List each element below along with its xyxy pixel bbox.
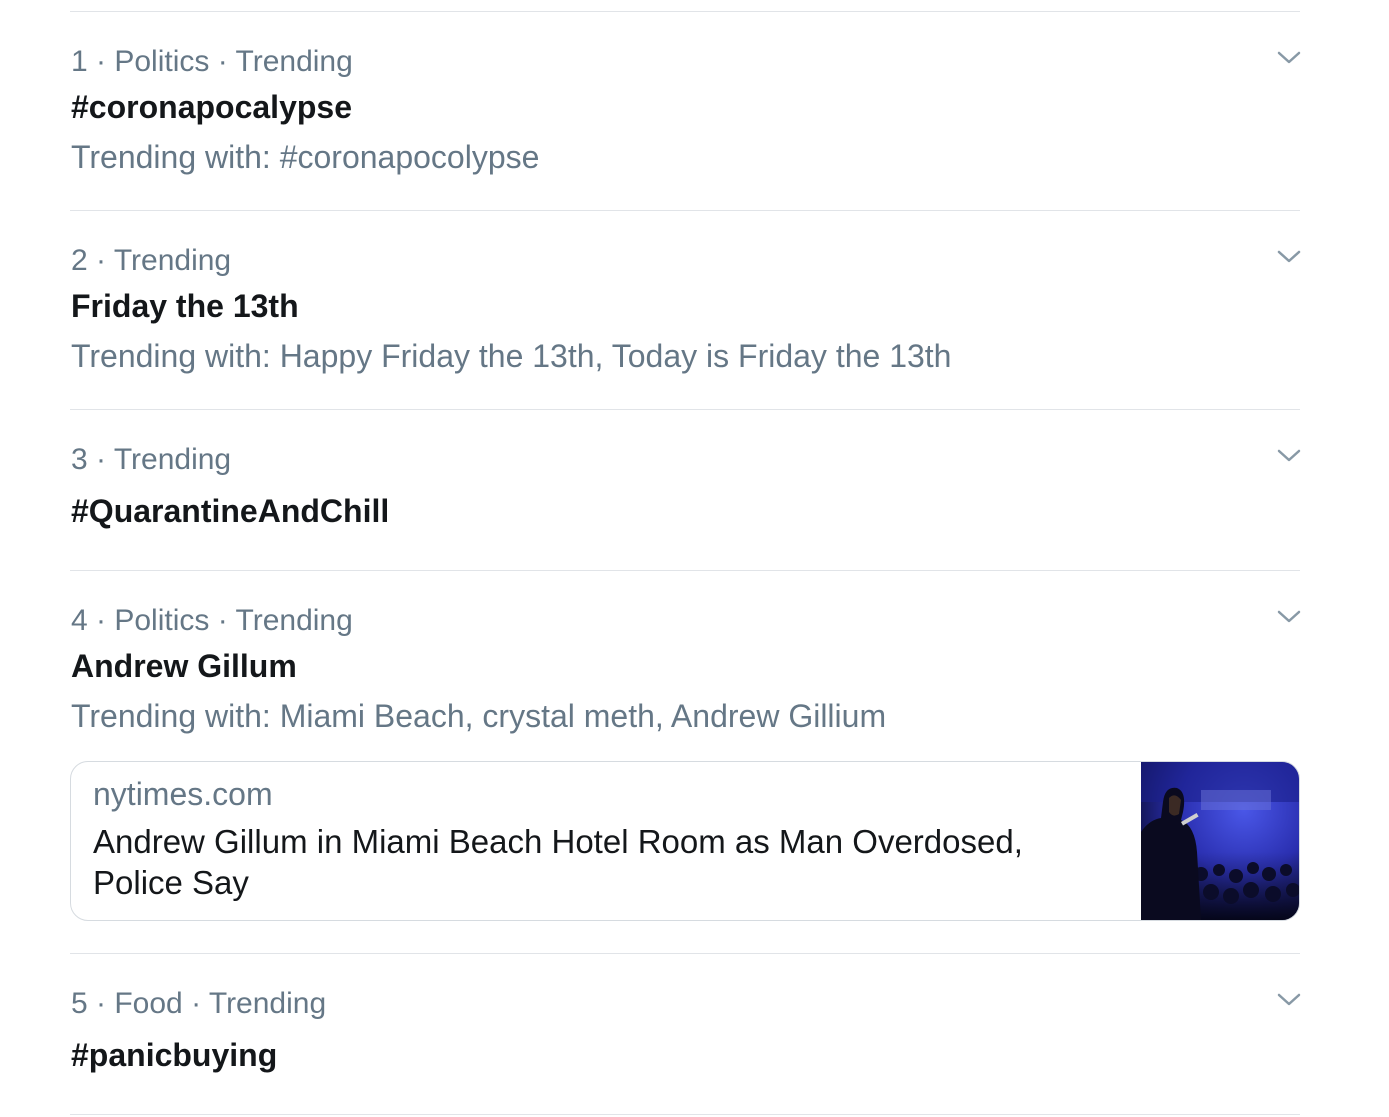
trend-item-4[interactable]: 4 · Politics · Trending Andrew Gillum Tr… — [0, 601, 1389, 741]
news-card[interactable]: nytimes.com Andrew Gillum in Miami Beach… — [70, 761, 1300, 921]
trend-rank: 5 — [71, 987, 88, 1020]
trend-item-5[interactable]: 5 · Food · Trending #panicbuying — [0, 984, 1389, 1114]
chevron-down-icon[interactable] — [1274, 607, 1304, 627]
trend-meta: 2 · Trending — [71, 241, 231, 281]
divider — [70, 11, 1300, 12]
card-headline: Andrew Gillum in Miami Beach Hotel Room … — [93, 823, 1023, 901]
divider — [70, 210, 1300, 211]
trend-title: #QuarantineAndChill — [71, 493, 390, 529]
card-domain: nytimes.com — [93, 776, 273, 812]
trend-meta: 3 · Trending — [71, 440, 231, 480]
chevron-down-icon[interactable] — [1274, 247, 1304, 267]
trend-rank: 1 — [71, 45, 88, 78]
chevron-down-icon[interactable] — [1274, 446, 1304, 466]
news-thumbnail-image — [1141, 762, 1299, 920]
trend-rank: 2 — [71, 244, 88, 277]
trend-context: · Trending — [96, 244, 232, 277]
trend-meta: 5 · Food · Trending — [71, 984, 326, 1024]
trend-item-2[interactable]: 2 · Trending Friday the 13th Trending wi… — [0, 241, 1389, 409]
trend-rank: 4 — [71, 604, 88, 637]
trend-title: #coronapocalypse — [71, 89, 352, 125]
trend-meta: 4 · Politics · Trending — [71, 601, 353, 641]
divider — [70, 570, 1300, 571]
chevron-down-icon[interactable] — [1274, 48, 1304, 68]
divider — [70, 1114, 1300, 1115]
trend-context: · Trending — [96, 443, 232, 476]
divider — [70, 953, 1300, 954]
divider — [70, 409, 1300, 410]
trend-rank: 3 — [71, 443, 88, 476]
trend-context: · Food · Trending — [96, 987, 327, 1020]
trend-title: #panicbuying — [71, 1037, 278, 1073]
trend-context: · Politics · Trending — [96, 45, 353, 78]
trend-context: · Politics · Trending — [96, 604, 353, 637]
trend-item-3[interactable]: 3 · Trending #QuarantineAndChill — [0, 440, 1389, 570]
trend-subtitle: Trending with: #coronapocolypse — [71, 139, 540, 175]
trend-meta: 1 · Politics · Trending — [71, 42, 353, 82]
trend-subtitle: Trending with: Miami Beach, crystal meth… — [71, 698, 887, 734]
trend-title: Friday the 13th — [71, 288, 299, 324]
trend-title: Andrew Gillum — [71, 648, 297, 684]
trend-item-1[interactable]: 1 · Politics · Trending #coronapocalypse… — [0, 42, 1389, 210]
chevron-down-icon[interactable] — [1274, 990, 1304, 1010]
trend-subtitle: Trending with: Happy Friday the 13th, To… — [71, 338, 952, 374]
